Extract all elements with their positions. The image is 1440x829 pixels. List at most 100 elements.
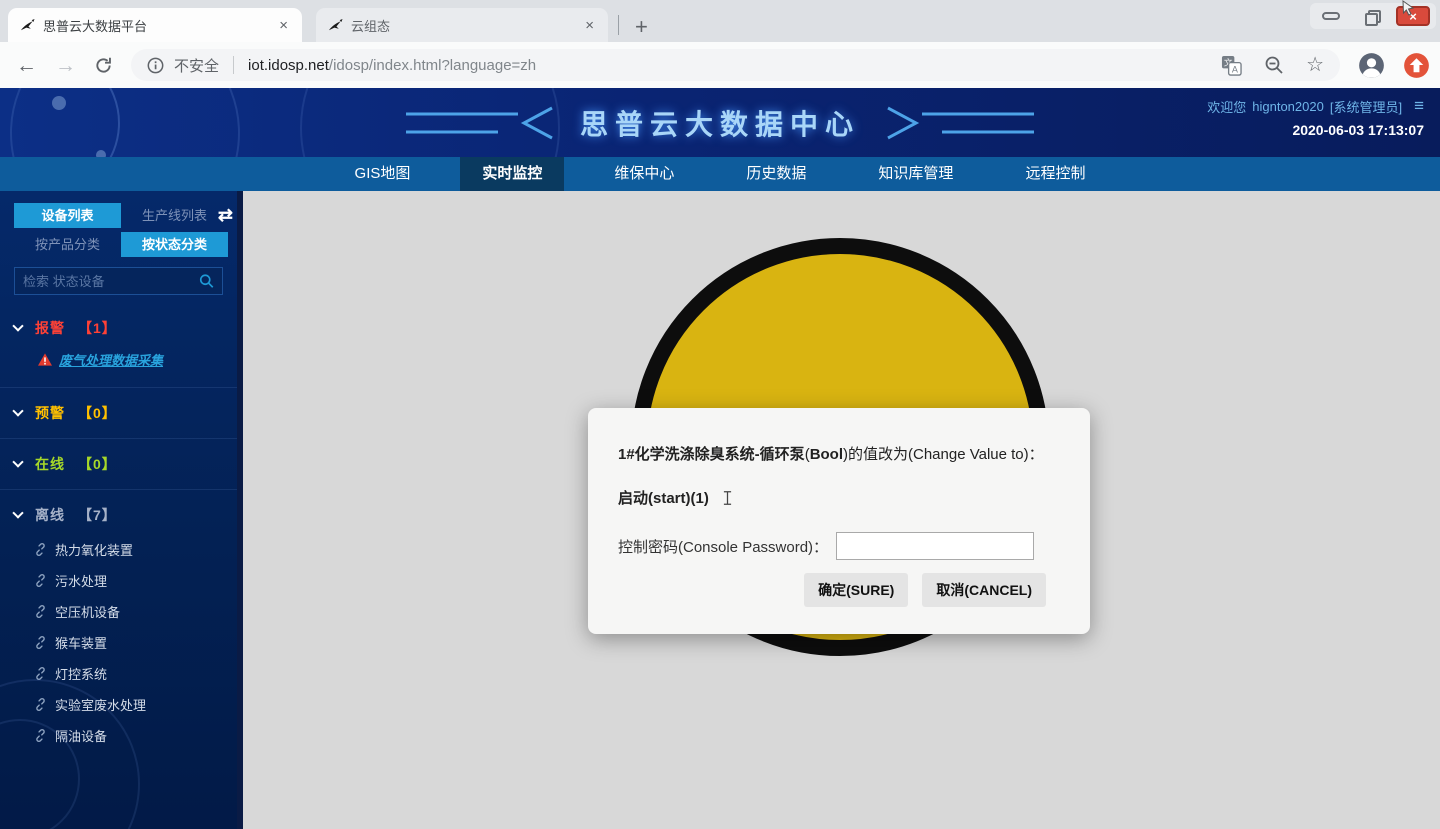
broken-link-icon <box>34 574 47 587</box>
tab-production-line-list[interactable]: 生产线列表 <box>121 203 228 228</box>
chevron-down-icon <box>12 456 23 467</box>
swap-icon[interactable]: ⇄ <box>218 205 233 226</box>
dialog-message: 1#化学洗涤除臭系统-循环泵(Bool)的值改为(Change Value to… <box>618 444 1060 465</box>
broken-link-icon <box>34 543 47 556</box>
tab-title: 思普云大数据平台 <box>43 16 267 35</box>
group-label: 预警 <box>35 403 65 423</box>
tab-by-status[interactable]: 按状态分类 <box>121 232 228 257</box>
tree-item-alarm-device[interactable]: 废气处理数据采集 <box>0 347 237 381</box>
refresh-button[interactable] <box>94 56 113 75</box>
device-sidebar: 设备列表 生产线列表 ⇄ 按产品分类 按状态分类 报警 【1 <box>0 191 237 829</box>
tree-group-alarm[interactable]: 报警 【1】 <box>0 309 237 347</box>
text-cursor-icon <box>723 490 732 506</box>
new-tab-button[interactable]: + <box>627 16 656 38</box>
alarm-device-link[interactable]: 废气处理数据采集 <box>59 350 163 369</box>
nav-item-gis[interactable]: GIS地图 <box>333 157 433 191</box>
device-label: 灯控系统 <box>55 664 107 683</box>
device-search-box <box>14 267 223 295</box>
tab-title: 云组态 <box>351 16 573 35</box>
tree-group-warning[interactable]: 预警 【0】 <box>0 394 237 432</box>
device-label: 空压机设备 <box>55 602 120 621</box>
group-label: 报警 <box>35 318 65 338</box>
username: hignton2020 <box>1252 99 1324 114</box>
title-right-decor-icon <box>884 105 1034 141</box>
profile-avatar-icon[interactable] <box>1358 52 1385 79</box>
tree-section-alarm: 报警 【1】 废气处理数据采集 <box>0 309 237 388</box>
forward-button[interactable]: → <box>55 55 76 76</box>
nav-item-knowledge[interactable]: 知识库管理 <box>856 157 975 191</box>
svg-text:A: A <box>1232 64 1239 74</box>
group-count: 【1】 <box>78 318 117 338</box>
tab-close-icon[interactable]: × <box>275 16 292 35</box>
tab-separator <box>618 15 619 35</box>
mouse-cursor-icon <box>1400 0 1416 16</box>
browser-tab-active[interactable]: 思普云大数据平台 × <box>8 8 302 42</box>
nav-item-remote[interactable]: 远程控制 <box>1003 157 1107 191</box>
value-type: Bool <box>810 446 843 463</box>
window-minimize-button[interactable] <box>1316 6 1346 26</box>
site-favicon-icon <box>20 18 35 33</box>
nav-item-history[interactable]: 历史数据 <box>724 157 828 191</box>
dialog-new-value: 启动(start)(1) <box>618 487 1060 508</box>
browser-tab-inactive[interactable]: 云组态 × <box>316 8 608 42</box>
nav-item-realtime[interactable]: 实时监控 <box>460 157 564 191</box>
search-input[interactable] <box>23 274 199 289</box>
app-header: 思普云大数据中心 欢迎您 hignton2020 [系统管理员] ≡ 2020-… <box>0 88 1440 157</box>
url-path: /idosp/index.html?language=zh <box>329 57 536 74</box>
zoom-out-icon[interactable] <box>1264 55 1284 75</box>
restore-icon <box>1365 10 1377 22</box>
page-title: 思普云大数据中心 <box>580 103 860 143</box>
broken-link-icon <box>34 636 47 649</box>
chevron-down-icon <box>12 320 23 331</box>
tree-group-offline[interactable]: 离线 【7】 <box>0 496 237 534</box>
window-restore-button[interactable] <box>1356 6 1386 26</box>
group-count: 【0】 <box>78 454 117 474</box>
search-icon[interactable] <box>199 273 214 289</box>
bookmark-star-icon[interactable]: ☆ <box>1306 55 1324 75</box>
cancel-button[interactable]: 取消(CANCEL) <box>922 573 1046 607</box>
security-label: 不安全 <box>174 55 219 76</box>
address-bar[interactable]: 不安全 iot.idosp.net/idosp/index.html?langu… <box>131 49 1340 81</box>
back-button[interactable]: ← <box>16 55 37 76</box>
chevron-down-icon <box>12 507 23 518</box>
browser-toolbar: ← → 不安全 iot.idosp.net/idosp/index.html?l… <box>0 42 1440 88</box>
monitor-canvas: 1#化学洗涤除臭系统-循环泵(Bool)的值改为(Change Value to… <box>243 191 1440 829</box>
warning-triangle-icon <box>38 353 52 366</box>
title-left-decor-icon <box>406 105 556 141</box>
dialog-buttons: 确定(SURE) 取消(CANCEL) <box>804 573 1046 607</box>
tree-item-offline-device[interactable]: 热力氧化装置 <box>0 534 237 565</box>
header-datetime: 2020-06-03 17:13:07 <box>1207 122 1424 138</box>
tab-by-product[interactable]: 按产品分类 <box>14 232 121 257</box>
device-label: 热力氧化装置 <box>55 540 133 559</box>
tree-group-online[interactable]: 在线 【0】 <box>0 445 237 483</box>
tree-section-online: 在线 【0】 <box>0 445 237 490</box>
minimize-icon <box>1322 12 1340 20</box>
device-name: 1#化学洗涤除臭系统-循环泵 <box>618 446 805 463</box>
device-label: 污水处理 <box>55 571 107 590</box>
welcome-label: 欢迎您 <box>1207 97 1246 116</box>
password-label: 控制密码(Console Password)： <box>618 536 828 557</box>
user-role: [系统管理员] <box>1330 97 1402 116</box>
tab-close-icon[interactable]: × <box>581 16 598 35</box>
group-label: 离线 <box>35 505 65 525</box>
tree-item-offline-device[interactable]: 空压机设备 <box>0 596 237 627</box>
window-controls: × <box>1310 3 1436 29</box>
device-label: 猴车装置 <box>55 633 107 652</box>
nav-item-maintenance[interactable]: 维保中心 <box>592 157 696 191</box>
tree-item-offline-device[interactable]: 污水处理 <box>0 565 237 596</box>
menu-list-icon[interactable]: ≡ <box>1414 96 1424 116</box>
chevron-down-icon <box>12 405 23 416</box>
site-favicon-icon <box>328 18 343 33</box>
console-password-input[interactable] <box>836 532 1034 560</box>
tab-device-list[interactable]: 设备列表 <box>14 203 121 228</box>
browser-tab-strip: 思普云大数据平台 × 云组态 × + × <box>0 0 1440 42</box>
window-close-button[interactable]: × <box>1396 6 1430 26</box>
tree-item-offline-device[interactable]: 猴车装置 <box>0 627 237 658</box>
browser-update-icon[interactable] <box>1403 52 1430 79</box>
sure-button[interactable]: 确定(SURE) <box>804 573 908 607</box>
group-count: 【7】 <box>78 505 117 525</box>
main-nav: GIS地图 实时监控 维保中心 历史数据 知识库管理 远程控制 <box>0 157 1440 191</box>
info-icon[interactable] <box>147 57 164 74</box>
translate-icon[interactable]: 文A <box>1221 55 1242 76</box>
welcome-line: 欢迎您 hignton2020 [系统管理员] ≡ <box>1207 96 1424 116</box>
